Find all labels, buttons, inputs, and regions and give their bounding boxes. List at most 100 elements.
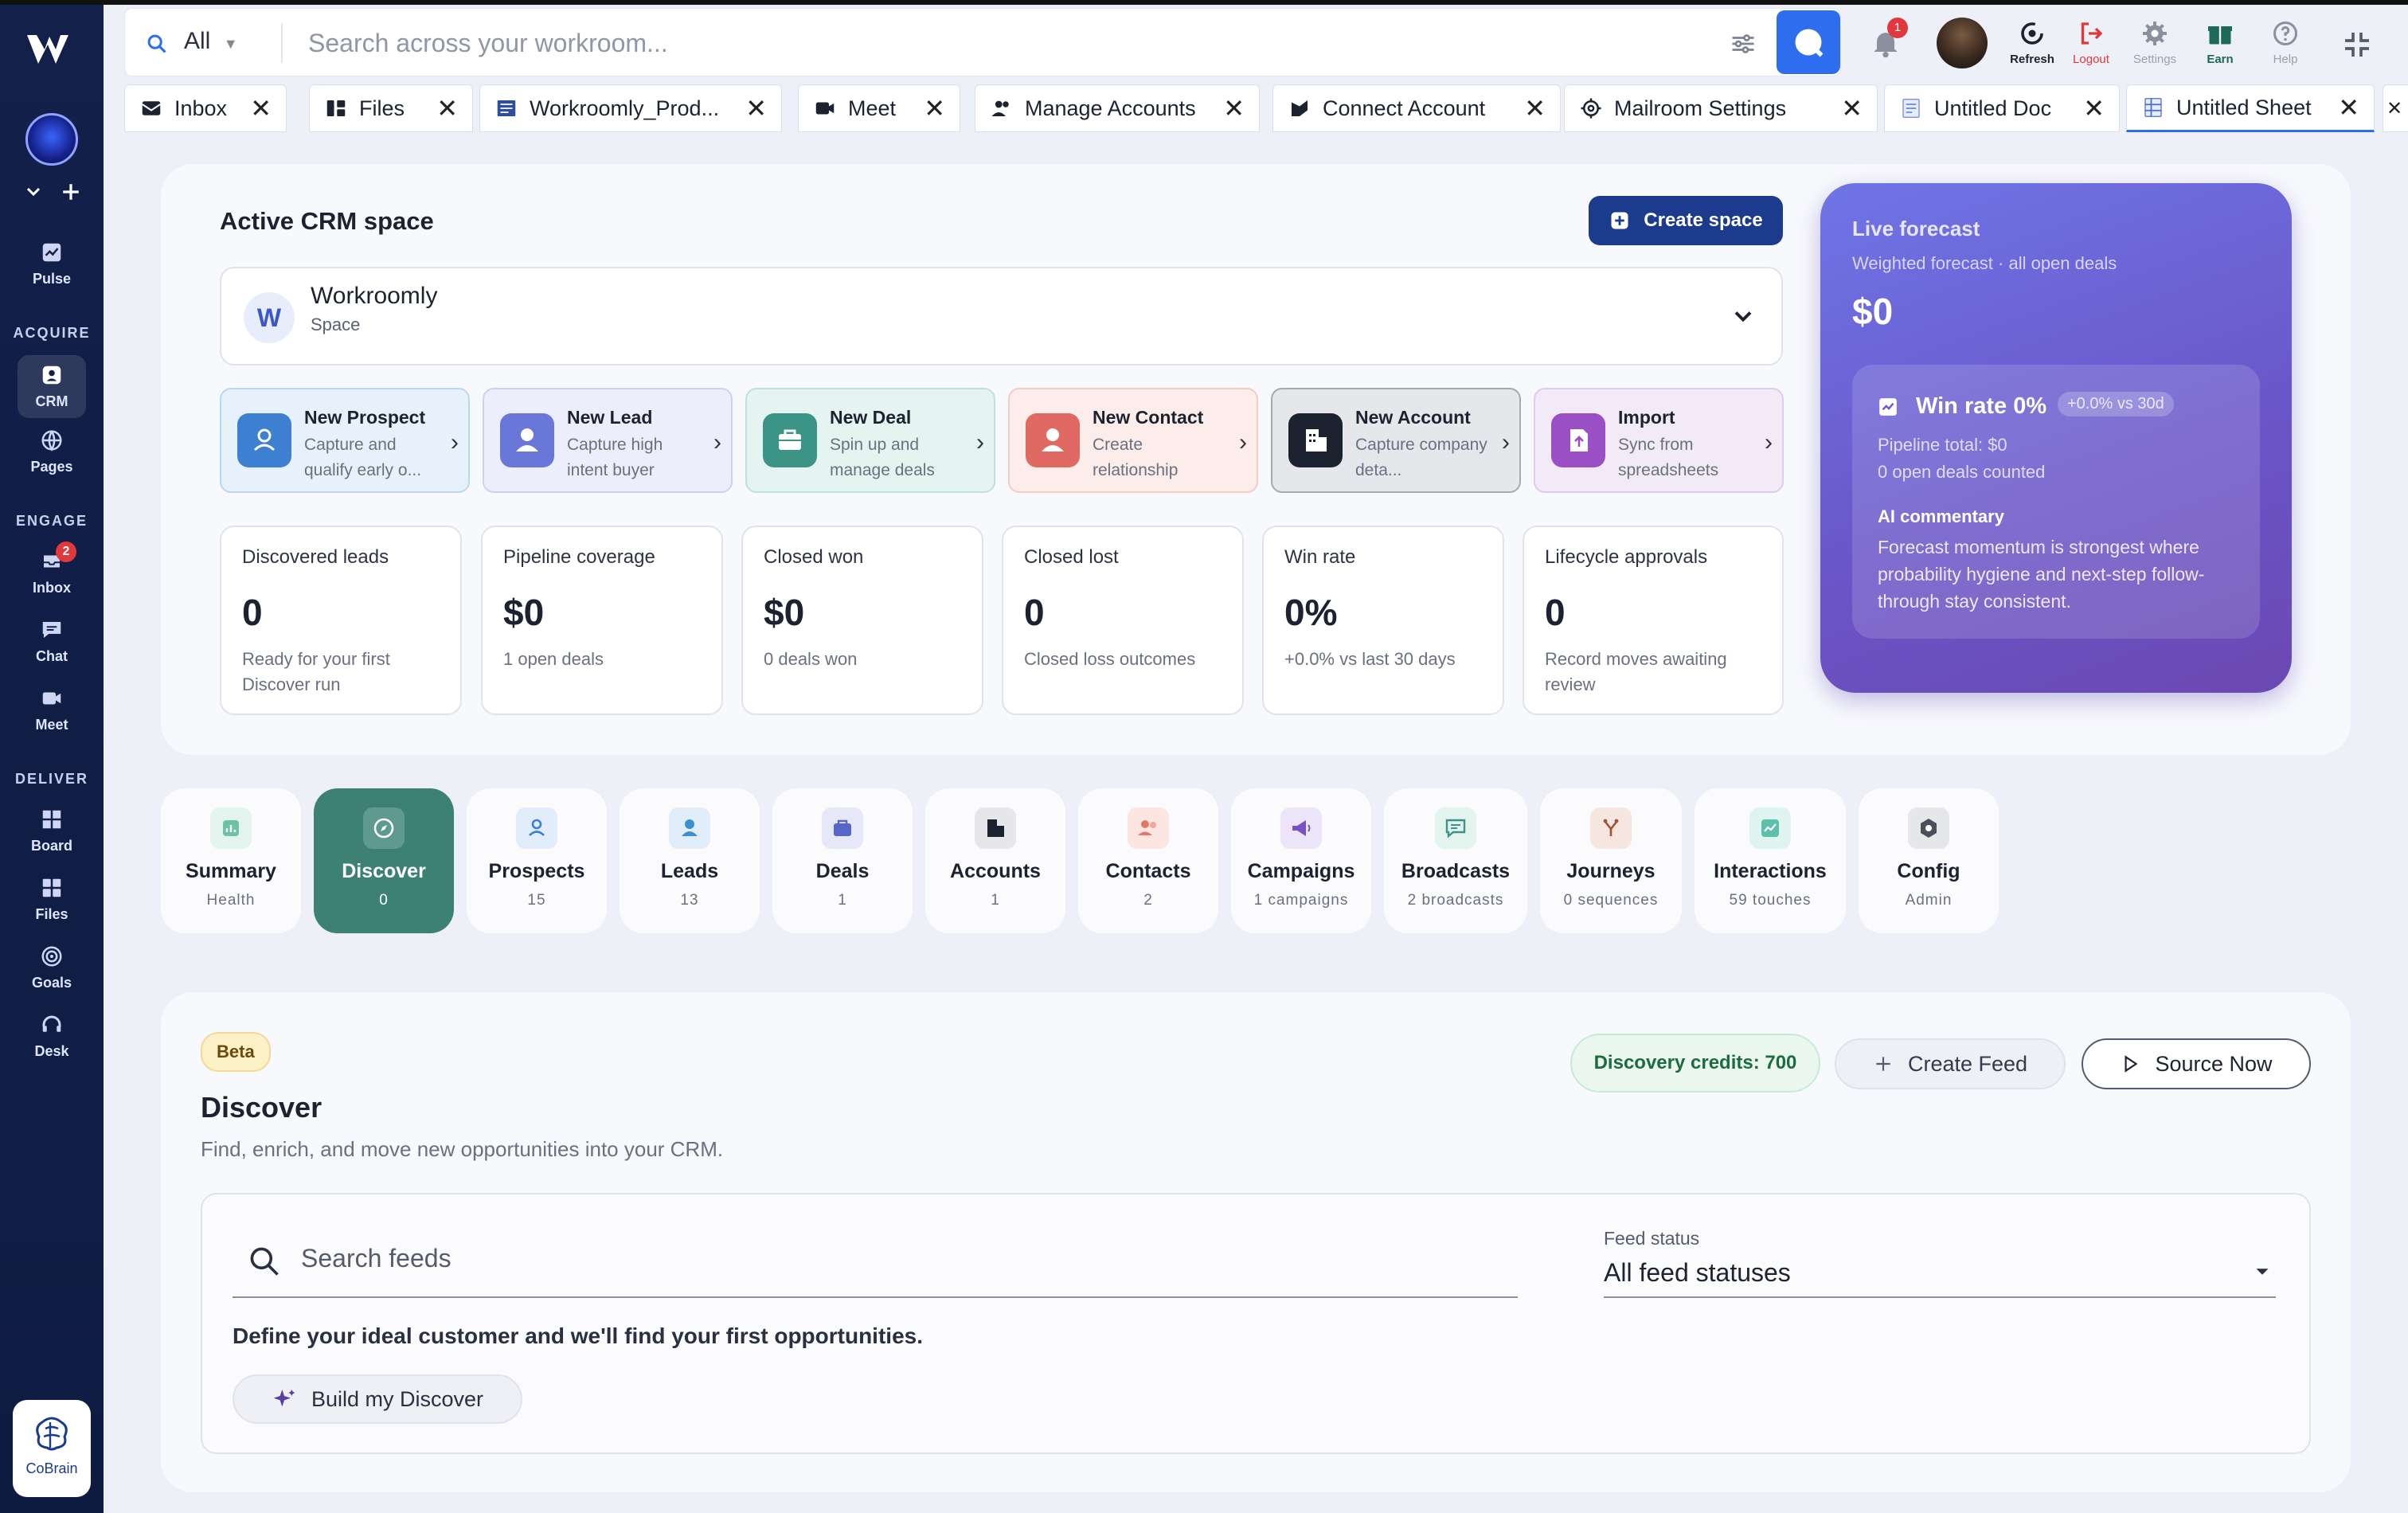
sidebar-item-meet[interactable]: Meet	[0, 686, 104, 733]
sidebar-item-board[interactable]: Board	[0, 807, 104, 854]
chevron-down-icon[interactable]	[24, 182, 43, 201]
refresh-button[interactable]: Refresh	[1999, 18, 2066, 67]
tab-overflow[interactable]: ✕	[2383, 84, 2408, 132]
tab-label: Inbox	[174, 96, 228, 120]
stat-card-closed-lost[interactable]: Closed lost 0 Closed loss outcomes	[1002, 526, 1244, 715]
quick-action-subtitle: Capture and qualify early o...	[304, 436, 422, 479]
tab-mailroom-settings[interactable]: Mailroom Settings ✕	[1564, 84, 1878, 132]
new-deal-button[interactable]: New Deal Spin up and manage deals ›	[745, 388, 995, 493]
sidebar-item-inbox[interactable]: 2 Inbox	[0, 541, 104, 596]
sidebar-item-pages[interactable]: Pages	[0, 428, 104, 475]
tab-meet[interactable]: Meet ✕	[798, 84, 960, 132]
close-icon[interactable]: ✕	[425, 93, 458, 123]
search-feeds-input[interactable]	[301, 1236, 1511, 1280]
module-broadcasts[interactable]: Broadcasts 2 broadcasts	[1384, 788, 1527, 933]
settings-button[interactable]: Settings	[2121, 18, 2188, 67]
module-name: Prospects	[488, 860, 585, 882]
close-icon[interactable]: ✕	[1513, 93, 1546, 123]
filter-sliders-icon[interactable]	[1729, 29, 1757, 58]
stat-card-win-rate[interactable]: Win rate 0% +0.0% vs last 30 days	[1262, 526, 1504, 715]
sidebar-item-chat[interactable]: Chat	[0, 618, 104, 665]
tab-untitled-doc[interactable]: Untitled Doc ✕	[1884, 84, 2120, 132]
feeds-container: Feed status All feed statuses Define you…	[201, 1193, 2311, 1454]
close-icon[interactable]: ✕	[2072, 93, 2105, 123]
new-contact-button[interactable]: New Contact Create relationship ›	[1008, 388, 1258, 493]
sidebar-item-pulse[interactable]: Pulse	[0, 240, 104, 287]
module-summary[interactable]: Summary Health	[161, 788, 301, 933]
open-deals-counted: 0 open deals counted	[1878, 462, 2046, 482]
source-now-button[interactable]: Source Now	[2082, 1038, 2311, 1089]
search-scope-dropdown[interactable]: All ▼	[184, 28, 238, 55]
workroomly-logo-icon[interactable]	[24, 29, 80, 68]
global-search-input[interactable]	[308, 22, 1710, 65]
tab-inbox[interactable]: Inbox ✕	[124, 84, 287, 132]
module-config[interactable]: Config Admin	[1859, 788, 1999, 933]
cobrain-button[interactable]: CoBrain	[13, 1400, 91, 1497]
sidebar-item-crm[interactable]: CRM	[18, 355, 86, 418]
module-prospects[interactable]: Prospects 15	[467, 788, 607, 933]
close-icon[interactable]: ✕	[1830, 93, 1863, 123]
workspace-avatar[interactable]	[25, 113, 78, 166]
module-deals[interactable]: Deals 1	[772, 788, 913, 933]
close-icon[interactable]: ✕	[239, 93, 272, 123]
tab-workroomly-prod[interactable]: Workroomly_Prod... ✕	[479, 84, 782, 132]
board-icon	[42, 810, 61, 829]
close-icon[interactable]: ✕	[1212, 93, 1245, 123]
create-feed-button[interactable]: Create Feed	[1835, 1038, 2066, 1089]
stat-value: 0	[1024, 592, 1045, 633]
briefcase-icon	[822, 807, 863, 849]
logout-button[interactable]: Logout	[2058, 18, 2125, 67]
module-accounts[interactable]: Accounts 1	[925, 788, 1065, 933]
help-button[interactable]: Help	[2252, 18, 2319, 67]
stat-card-discovered-leads[interactable]: Discovered leads 0 Ready for your first …	[220, 526, 462, 715]
quick-action-title: New Prospect	[304, 407, 426, 428]
quick-action-title: Import	[1618, 407, 1675, 428]
space-name: Workroomly	[311, 283, 438, 309]
search-button[interactable]	[1777, 10, 1840, 74]
build-my-discover-button[interactable]: Build my Discover	[233, 1374, 522, 1424]
tab-label: Untitled Doc	[1934, 96, 2052, 120]
module-count: Admin	[1905, 892, 1953, 909]
module-leads[interactable]: Leads 13	[620, 788, 760, 933]
module-journeys[interactable]: Journeys 0 sequences	[1540, 788, 1682, 933]
space-selector[interactable]: W Workroomly Space	[220, 267, 1783, 366]
stat-label: Closed lost	[1024, 546, 1119, 568]
module-campaigns[interactable]: Campaigns 1 campaigns	[1231, 788, 1371, 933]
sidebar-item-desk[interactable]: Desk	[0, 1013, 104, 1060]
module-contacts[interactable]: Contacts 2	[1078, 788, 1218, 933]
sidebar-item-files[interactable]: Files	[0, 876, 104, 923]
close-icon[interactable]: ✕	[2327, 92, 2359, 123]
earn-button[interactable]: Earn	[2187, 18, 2254, 67]
stat-card-closed-won[interactable]: Closed won $0 0 deals won	[741, 526, 983, 715]
tab-untitled-sheet[interactable]: Untitled Sheet ✕	[2126, 84, 2375, 132]
globe-icon	[41, 430, 62, 452]
user-avatar[interactable]	[1937, 18, 1988, 68]
create-space-button[interactable]: Create space	[1589, 196, 1783, 245]
feed-status-select[interactable]: All feed statuses	[1604, 1258, 1791, 1288]
module-interactions[interactable]: Interactions 59 touches	[1695, 788, 1846, 933]
tab-manage-accounts[interactable]: Manage Accounts ✕	[975, 84, 1260, 132]
gift-icon	[2208, 26, 2232, 45]
close-icon[interactable]: ✕	[734, 93, 767, 123]
space-type: Space	[311, 315, 361, 334]
sidebar-item-goals[interactable]: Goals	[0, 944, 104, 991]
contact-icon	[1026, 413, 1080, 467]
inbox-icon	[142, 101, 161, 115]
tab-files[interactable]: Files ✕	[309, 84, 473, 132]
stat-card-lifecycle-approvals[interactable]: Lifecycle approvals 0 Record moves await…	[1523, 526, 1784, 715]
collapse-icon[interactable]	[2341, 29, 2373, 61]
new-lead-button[interactable]: New Lead Capture high intent buyer ›	[483, 388, 733, 493]
new-prospect-button[interactable]: New Prospect Capture and qualify early o…	[220, 388, 470, 493]
notifications-button[interactable]: 1	[1868, 18, 1932, 73]
caret-down-icon[interactable]	[2250, 1260, 2274, 1284]
add-workspace-icon[interactable]	[61, 182, 81, 202]
module-discover[interactable]: Discover 0	[314, 788, 454, 933]
tab-connect-account[interactable]: Connect Account ✕	[1272, 84, 1561, 132]
stat-card-pipeline-coverage[interactable]: Pipeline coverage $0 1 open deals	[481, 526, 723, 715]
new-account-button[interactable]: New Account Capture company deta... ›	[1271, 388, 1521, 493]
tab-label: Meet	[848, 96, 897, 120]
close-icon[interactable]: ✕	[913, 93, 945, 123]
plus-icon	[1876, 1057, 1890, 1071]
import-button[interactable]: Import Sync from spreadsheets ›	[1534, 388, 1784, 493]
close-icon[interactable]: ✕	[2386, 97, 2402, 120]
